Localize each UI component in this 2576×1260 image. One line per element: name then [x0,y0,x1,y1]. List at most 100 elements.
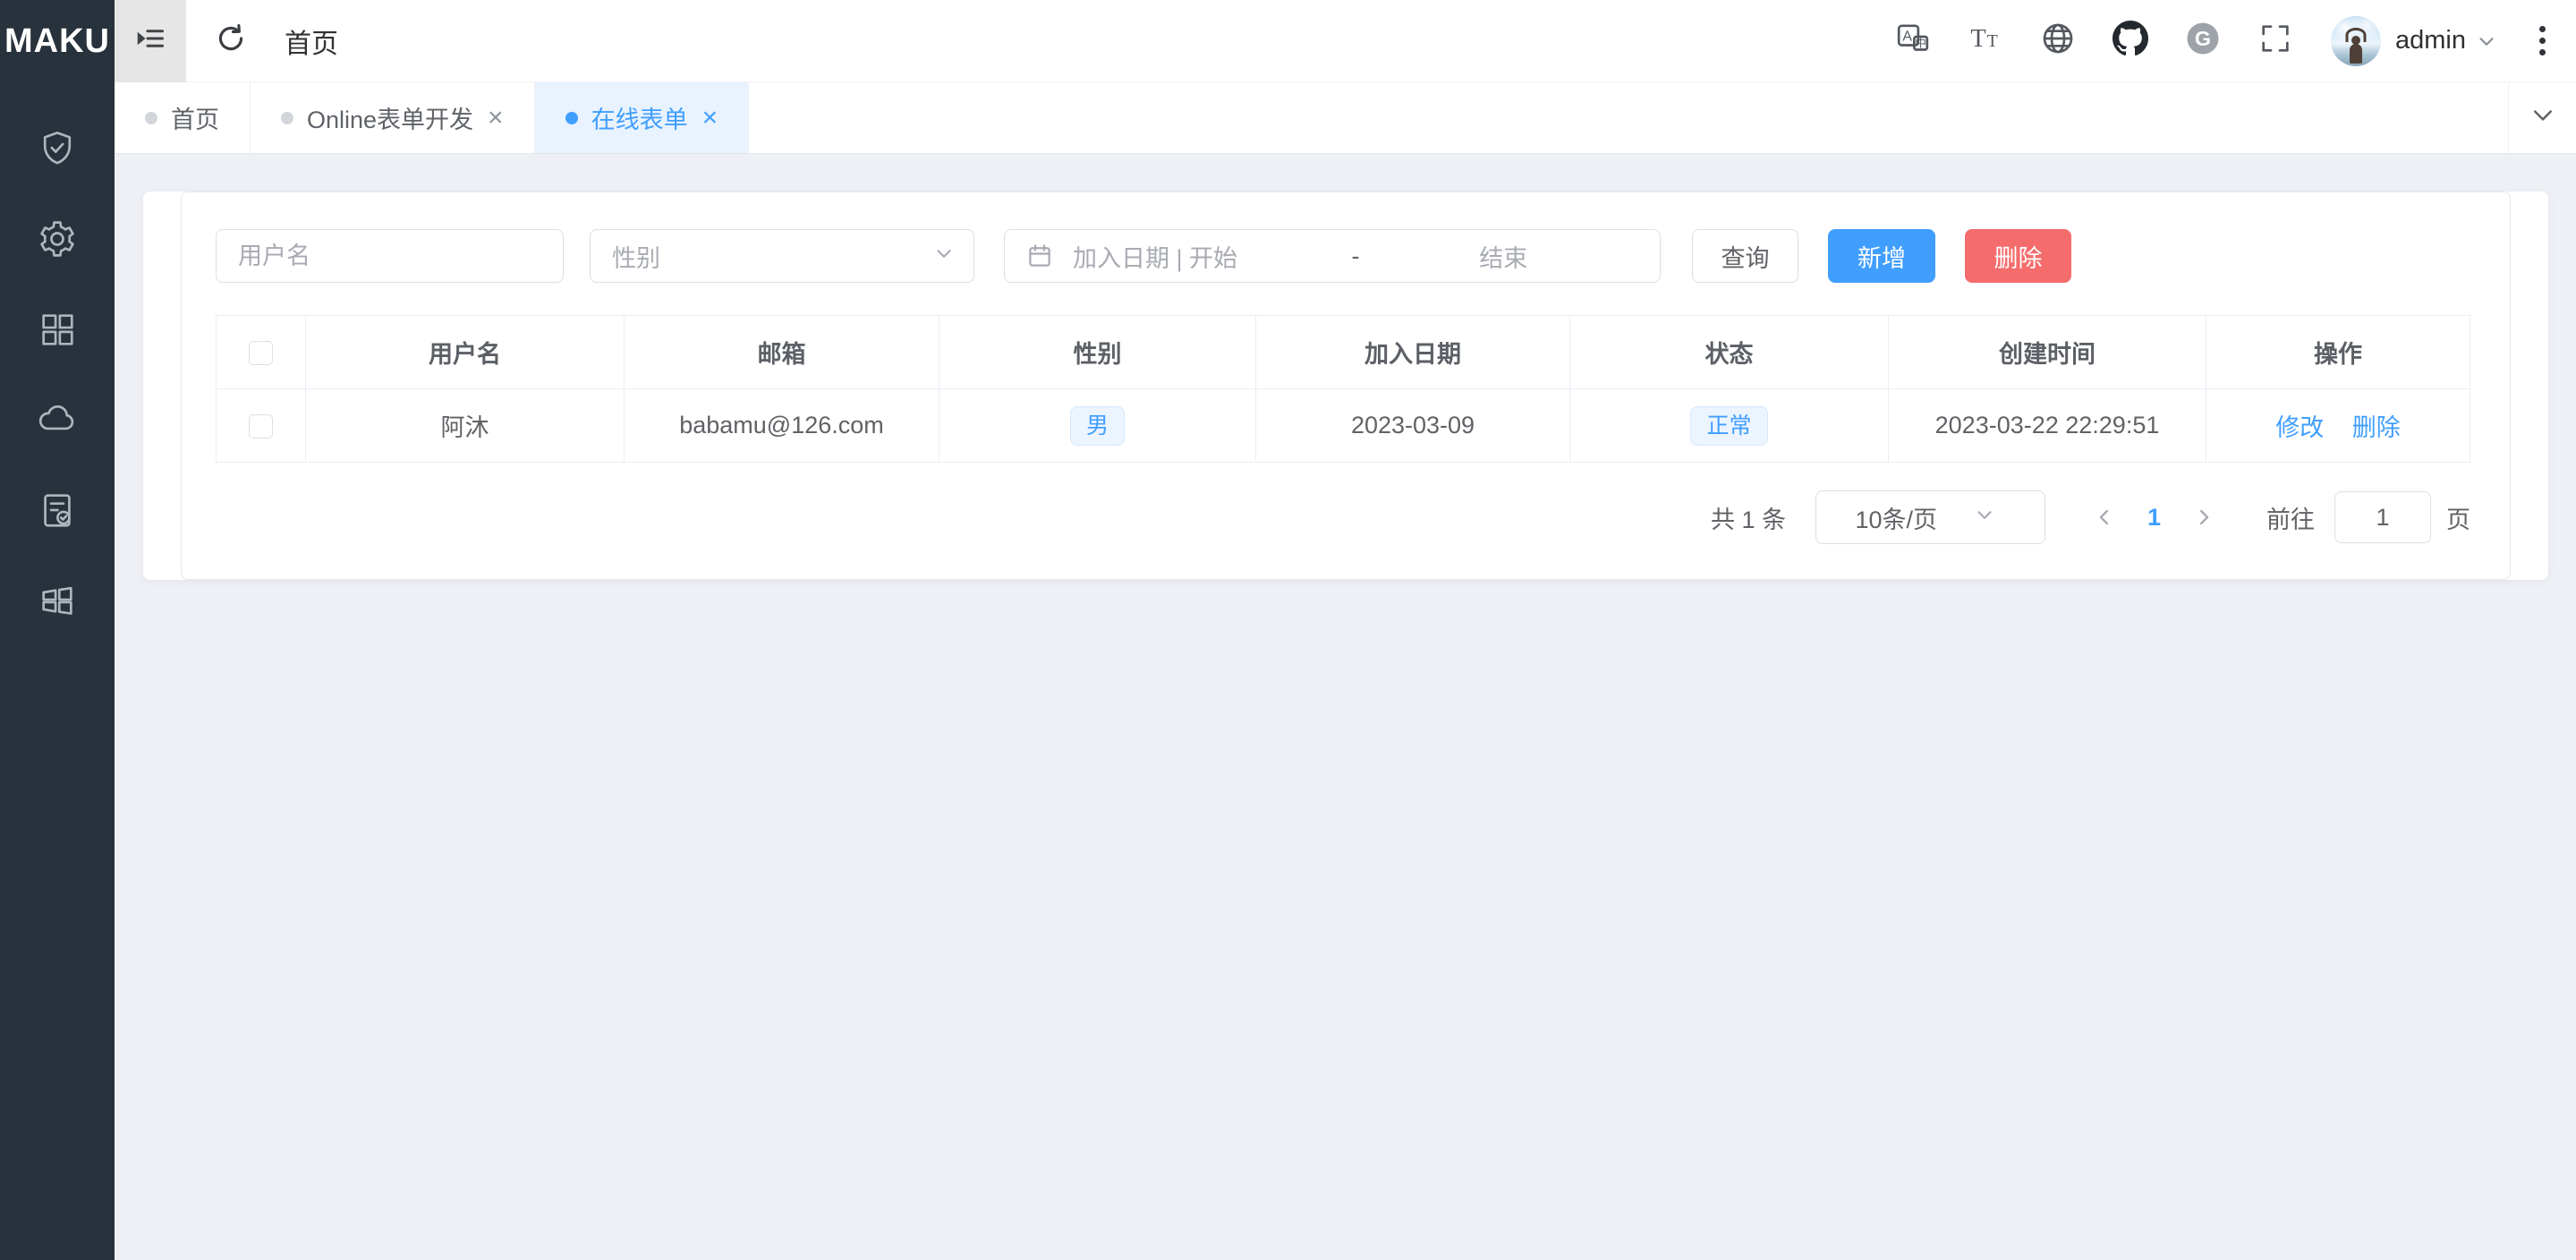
tab-bar: 首页 Online表单开发 × 在线表单 × [115,82,2576,154]
sidebar-item-modules[interactable] [0,558,115,648]
next-page-button[interactable] [2191,505,2216,530]
github-button[interactable] [2111,21,2150,61]
chevron-down-icon [932,242,956,271]
language-button[interactable] [2038,21,2078,61]
tab-close-icon[interactable]: × [488,105,504,132]
column-header-email: 邮箱 [625,316,939,389]
date-start-placeholder: 加入日期 | 开始 [1073,239,1343,274]
user-menu-chevron-down-icon[interactable] [2475,30,2498,53]
search-button[interactable]: 查询 [1692,229,1798,283]
app-root: MAKU [0,0,2576,1260]
globe-icon [2040,21,2076,61]
main-area: 首页 A中 TT G [115,0,2576,1260]
translate-icon: A中 [1895,21,1931,61]
page-unit-label: 页 [2446,500,2470,535]
prev-page-button[interactable] [2092,505,2117,530]
tab-online-form[interactable]: 在线表单 × [535,82,750,153]
add-button[interactable]: 新增 [1828,229,1935,283]
sidebar-item-forms[interactable] [0,467,115,558]
sidebar-item-settings[interactable] [0,196,115,286]
table-row: 阿沐 babamu@126.com 男 2023-03-09 正常 2023-0… [217,389,2470,463]
query-card: 性别 加入日期 | 开始 - 结束 查询 新增 删除 [181,192,2511,580]
goto-label: 前往 [2266,500,2315,535]
breadcrumb: 首页 [285,21,338,61]
cell-join-date: 2023-03-09 [1256,389,1570,463]
column-header-username: 用户名 [306,316,625,389]
cell-create-time: 2023-03-22 22:29:51 [1889,389,2206,463]
svg-text:A: A [1902,30,1912,45]
data-table: 用户名 邮箱 性别 加入日期 状态 创建时间 操作 [216,315,2470,463]
cloud-icon [37,399,78,445]
gitee-button[interactable]: G [2183,21,2223,61]
date-end-placeholder: 结束 [1369,239,1639,274]
column-header-status: 状态 [1570,316,1889,389]
cell-username: 阿沐 [306,389,625,463]
delete-button[interactable]: 删除 [1965,229,2071,283]
date-range-separator: - [1343,243,1369,270]
goto-page-input[interactable] [2334,491,2431,543]
app-logo: MAKU [0,0,115,82]
column-header-gender: 性别 [939,316,1256,389]
page-size-select[interactable]: 10条/页 [1815,490,2045,544]
sidebar-item-cloud[interactable] [0,377,115,467]
sidebar-menu [0,82,115,648]
gender-select-placeholder: 性别 [612,239,932,274]
windows-grid-icon [37,580,78,626]
row-edit-link[interactable]: 修改 [2275,414,2324,441]
tab-label: Online表单开发 [307,100,473,135]
row-checkbox[interactable] [249,414,273,438]
font-size-button[interactable]: TT [1966,21,2005,61]
chevron-down-icon [2529,102,2556,133]
pagination: 共 1 条 10条/页 1 前往 页 [216,490,2470,544]
join-date-range-picker[interactable]: 加入日期 | 开始 - 结束 [1004,229,1661,283]
clipboard-check-icon [37,490,78,535]
fold-icon [134,22,166,59]
username-label[interactable]: admin [2395,26,2466,55]
svg-text:T: T [1987,31,1998,51]
sidebar: MAKU [0,0,115,1260]
page-card: 性别 加入日期 | 开始 - 结束 查询 新增 删除 [143,192,2548,580]
gitee-icon: G [2185,21,2221,61]
row-delete-link[interactable]: 删除 [2352,414,2401,441]
gear-icon [37,218,78,264]
calendar-icon [1026,243,1053,269]
sidebar-fold-button[interactable] [115,0,186,82]
tab-label: 首页 [171,100,219,135]
tab-list-dropdown-button[interactable] [2508,82,2576,153]
tab-dot [145,112,157,124]
gender-badge: 男 [1070,406,1125,446]
user-avatar[interactable] [2331,16,2381,66]
svg-text:G: G [2195,27,2211,50]
page-size-value: 10条/页 [1852,500,1941,535]
status-badge: 正常 [1690,406,1767,446]
chevron-down-icon [1940,503,2028,532]
tab-home[interactable]: 首页 [115,82,251,153]
cell-email: babamu@126.com [625,389,939,463]
sidebar-item-apps[interactable] [0,286,115,377]
column-header-create-time: 创建时间 [1889,316,2206,389]
grid-icon [37,309,78,354]
tab-online-form-dev[interactable]: Online表单开发 × [251,82,535,153]
shield-check-icon [37,128,78,174]
tab-close-icon[interactable]: × [702,105,718,132]
sidebar-item-security[interactable] [0,106,115,196]
page-number-1[interactable]: 1 [2147,504,2161,532]
top-header: 首页 A中 TT G [115,0,2576,82]
select-all-checkbox[interactable] [249,341,273,365]
tab-dot [565,112,578,124]
refresh-button[interactable] [211,21,251,61]
refresh-icon [214,21,248,60]
fullscreen-button[interactable] [2256,21,2295,61]
translate-button[interactable]: A中 [1893,21,1933,61]
more-menu-button[interactable] [2534,21,2551,61]
page-content: 性别 加入日期 | 开始 - 结束 查询 新增 删除 [115,154,2576,1260]
column-header-join-date: 加入日期 [1256,316,1570,389]
filter-form: 性别 加入日期 | 开始 - 结束 查询 新增 删除 [216,229,2470,283]
svg-text:T: T [1970,25,1985,53]
column-header-actions: 操作 [2206,316,2470,389]
svg-text:中: 中 [1915,37,1926,50]
gender-select[interactable]: 性别 [590,229,974,283]
header-actions: A中 TT G admin [1860,16,2576,66]
username-input[interactable] [216,229,564,283]
tab-label: 在线表单 [591,100,688,135]
